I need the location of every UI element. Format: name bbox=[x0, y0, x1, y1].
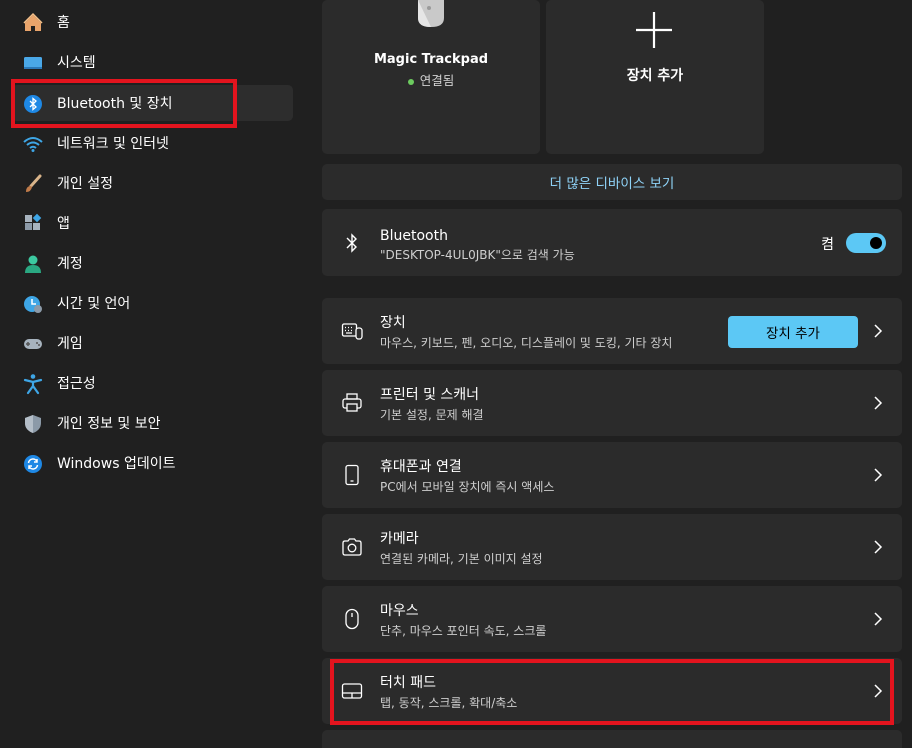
bluetooth-outline-icon bbox=[340, 231, 364, 255]
brush-icon bbox=[22, 173, 44, 195]
row-printers-scanners[interactable]: 프린터 및 스캐너 기본 설정, 문제 해결 bbox=[322, 370, 902, 436]
add-device-button[interactable]: 장치 추가 bbox=[728, 316, 858, 348]
row-next-partial bbox=[322, 730, 902, 748]
sidebar: 홈 시스템 Bluetooth 및 장치 네트워크 및 인터넷 개인 설정 앱 bbox=[0, 0, 300, 748]
bluetooth-icon bbox=[22, 93, 44, 115]
keyboard-icon bbox=[340, 319, 364, 343]
sidebar-item-network[interactable]: 네트워크 및 인터넷 bbox=[12, 125, 293, 161]
more-devices-link[interactable]: 더 많은 디바이스 보기 bbox=[322, 164, 902, 200]
bluetooth-toggle-row: Bluetooth "DESKTOP-4UL0JBK"으로 검색 가능 켬 bbox=[322, 209, 902, 276]
camera-icon bbox=[340, 535, 364, 559]
sidebar-item-label: 시간 및 언어 bbox=[57, 296, 131, 312]
sidebar-item-windows-update[interactable]: Windows 업데이트 bbox=[12, 445, 293, 481]
sidebar-item-label: Windows 업데이트 bbox=[57, 456, 176, 472]
sidebar-item-label: 개인 설정 bbox=[57, 176, 113, 192]
accessibility-icon bbox=[22, 373, 44, 395]
sidebar-item-bluetooth[interactable]: Bluetooth 및 장치 bbox=[12, 85, 293, 121]
row-subtitle: 기본 설정, 문제 해결 bbox=[380, 408, 484, 422]
row-title: 장치 bbox=[380, 315, 406, 331]
plus-icon bbox=[636, 12, 672, 48]
bluetooth-toggle-label: 켬 bbox=[821, 237, 834, 253]
row-mouse[interactable]: 마우스 단추, 마우스 포인터 속도, 스크롤 bbox=[322, 586, 902, 652]
home-icon bbox=[22, 12, 44, 34]
sidebar-item-label: 접근성 bbox=[57, 376, 96, 392]
account-icon bbox=[22, 253, 44, 275]
row-title: 마우스 bbox=[380, 603, 419, 619]
chevron-right-icon bbox=[874, 540, 883, 554]
row-title: 터치 패드 bbox=[380, 675, 436, 691]
chevron-right-icon bbox=[874, 684, 883, 698]
sidebar-item-time-language[interactable]: 시간 및 언어 bbox=[12, 285, 293, 321]
row-camera[interactable]: 카메라 연결된 카메라, 기본 이미지 설정 bbox=[322, 514, 902, 580]
sidebar-item-label: 홈 bbox=[57, 15, 70, 31]
apps-icon bbox=[22, 213, 44, 235]
sidebar-item-accounts[interactable]: 계정 bbox=[12, 245, 293, 281]
sidebar-item-home[interactable]: 홈 bbox=[12, 4, 293, 40]
sidebar-item-label: 앱 bbox=[57, 216, 70, 232]
row-subtitle: 단추, 마우스 포인터 속도, 스크롤 bbox=[380, 624, 547, 638]
row-subtitle: 연결된 카메라, 기본 이미지 설정 bbox=[380, 552, 543, 566]
chevron-right-icon bbox=[874, 468, 883, 482]
mouse-icon bbox=[340, 607, 364, 631]
sidebar-item-label: Bluetooth 및 장치 bbox=[57, 96, 173, 112]
bluetooth-subtitle: "DESKTOP-4UL0JBK"으로 검색 가능 bbox=[380, 248, 575, 262]
chevron-right-icon bbox=[874, 612, 883, 626]
time-language-icon bbox=[22, 293, 44, 315]
add-device-tile[interactable]: 장치 추가 bbox=[546, 0, 764, 154]
row-phone-link[interactable]: 휴대폰과 연결 PC에서 모바일 장치에 즉시 액세스 bbox=[322, 442, 902, 508]
row-subtitle: 탭, 동작, 스크롤, 확대/축소 bbox=[380, 696, 518, 710]
row-title: 휴대폰과 연결 bbox=[380, 459, 462, 475]
row-devices[interactable]: 장치 마우스, 키보드, 펜, 오디오, 디스플레이 및 도킹, 기타 장치 장… bbox=[322, 298, 902, 364]
trackpad-device-icon bbox=[418, 0, 444, 27]
add-device-tile-label: 장치 추가 bbox=[626, 68, 684, 84]
shield-icon bbox=[22, 413, 44, 435]
sidebar-item-gaming[interactable]: 게임 bbox=[12, 325, 293, 361]
device-name: Magic Trackpad bbox=[373, 52, 489, 67]
sidebar-item-label: 게임 bbox=[57, 336, 83, 352]
row-subtitle: PC에서 모바일 장치에 즉시 액세스 bbox=[380, 480, 555, 494]
sidebar-item-label: 개인 정보 및 보안 bbox=[57, 416, 161, 432]
update-icon bbox=[22, 453, 44, 475]
chevron-right-icon bbox=[874, 324, 883, 338]
printer-icon bbox=[340, 391, 364, 415]
bluetooth-toggle[interactable] bbox=[846, 233, 886, 253]
wifi-icon bbox=[22, 133, 44, 155]
sidebar-item-personalization[interactable]: 개인 설정 bbox=[12, 165, 293, 201]
sidebar-item-privacy[interactable]: 개인 정보 및 보안 bbox=[12, 405, 293, 441]
system-icon bbox=[22, 52, 44, 74]
device-tile-magic-trackpad[interactable]: Magic Trackpad 연결됨 bbox=[322, 0, 540, 154]
sidebar-item-accessibility[interactable]: 접근성 bbox=[12, 365, 293, 401]
chevron-right-icon bbox=[874, 396, 883, 410]
gamepad-icon bbox=[22, 333, 44, 355]
device-status-label: 연결됨 bbox=[419, 73, 455, 88]
touchpad-icon bbox=[340, 679, 364, 703]
row-title: 프린터 및 스캐너 bbox=[380, 387, 480, 403]
bluetooth-title: Bluetooth bbox=[380, 228, 448, 244]
row-touchpad[interactable]: 터치 패드 탭, 동작, 스크롤, 확대/축소 bbox=[322, 658, 902, 724]
sidebar-item-apps[interactable]: 앱 bbox=[12, 205, 293, 241]
sidebar-item-system[interactable]: 시스템 bbox=[12, 44, 293, 80]
device-status: 연결됨 bbox=[322, 70, 540, 89]
row-title: 카메라 bbox=[380, 531, 419, 547]
sidebar-item-label: 계정 bbox=[57, 256, 83, 272]
connected-dot-icon bbox=[407, 78, 414, 85]
row-subtitle: 마우스, 키보드, 펜, 오디오, 디스플레이 및 도킹, 기타 장치 bbox=[380, 336, 673, 350]
sidebar-item-label: 시스템 bbox=[57, 55, 96, 71]
phone-icon bbox=[340, 463, 364, 487]
sidebar-item-label: 네트워크 및 인터넷 bbox=[57, 136, 169, 152]
